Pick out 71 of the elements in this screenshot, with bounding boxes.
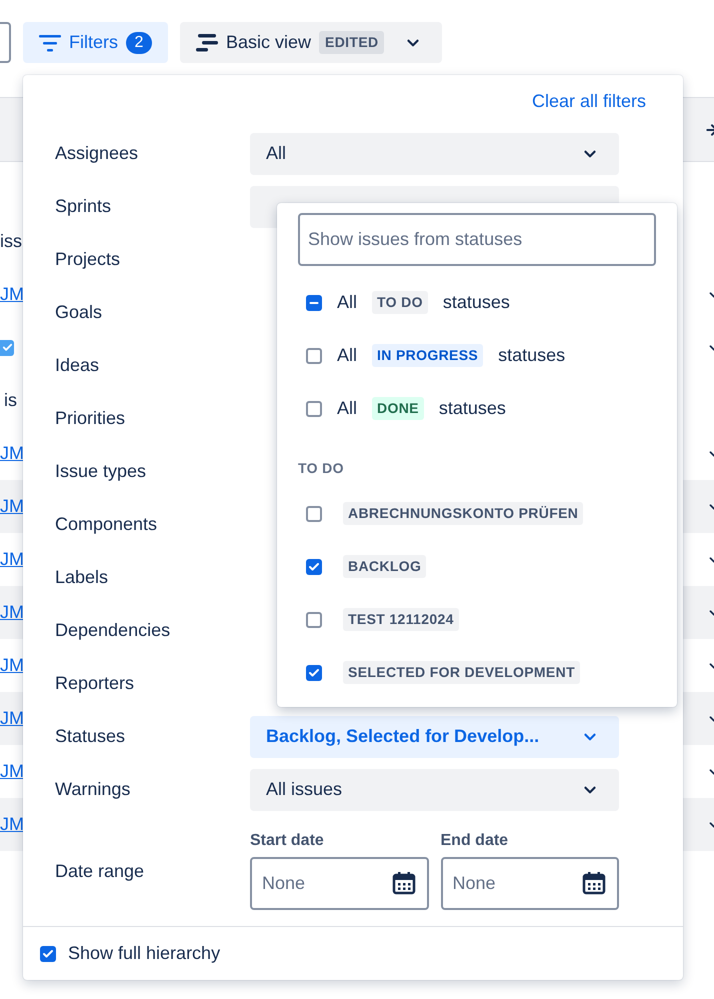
- check-icon: [42, 948, 54, 960]
- option-label: statuses: [438, 397, 506, 420]
- search-field[interactable]: Show issues from statuses: [298, 213, 656, 266]
- issue-link[interactable]: JM: [0, 705, 24, 732]
- group-title: is: [3, 389, 17, 412]
- check-icon: [2, 342, 12, 353]
- count-badge: 2: [126, 32, 152, 54]
- checkbox-label: Show full hierarchy: [68, 942, 220, 965]
- checkbox[interactable]: [306, 348, 322, 364]
- issue-link[interactable]: JM: [0, 652, 24, 679]
- view-button[interactable]: Basic view EDITED: [180, 22, 442, 63]
- filter-select[interactable]: All issues: [250, 768, 619, 810]
- filter-label: Dependencies: [54, 619, 172, 642]
- group-title: iss: [0, 230, 22, 253]
- issue-link[interactable]: JM: [0, 811, 24, 838]
- clear-filters-link[interactable]: Clear all filters: [532, 88, 646, 115]
- date-label: End date: [440, 831, 510, 851]
- checkbox[interactable]: [306, 506, 322, 522]
- issue-link[interactable]: JM: [0, 281, 24, 308]
- filter-select[interactable]: Backlog, Selected for Develop...: [250, 716, 619, 758]
- filters-button[interactable]: Filters 2: [23, 22, 168, 63]
- checkbox[interactable]: [306, 612, 322, 628]
- filter-label: Issue types: [54, 460, 148, 483]
- check-icon: [308, 560, 320, 572]
- checkbox[interactable]: [40, 946, 56, 962]
- option-label: All: [337, 291, 358, 314]
- date-field[interactable]: None: [440, 857, 619, 910]
- filter-select[interactable]: All: [250, 132, 619, 174]
- section-heading: TO DO: [298, 459, 344, 478]
- status-lozenge: BACKLOG: [343, 555, 426, 578]
- view-icon: [196, 32, 218, 52]
- checkbox[interactable]: [306, 664, 322, 680]
- edited-badge: EDITED: [319, 31, 384, 54]
- option-label: All: [337, 344, 358, 367]
- issue-link[interactable]: JM: [0, 599, 24, 626]
- filter-label: Statuses: [54, 725, 126, 748]
- status-lozenge: ABRECHNUNGSKONTO PRÜFEN: [343, 502, 584, 525]
- calendar-icon: [392, 871, 416, 895]
- filter-label: Components: [54, 513, 158, 536]
- option-label: statuses: [442, 291, 510, 314]
- filter-label: Sprints: [54, 195, 112, 218]
- filter-label: Reporters: [54, 672, 136, 695]
- issue-link[interactable]: JM: [0, 493, 24, 520]
- filter-label: Date range: [54, 860, 146, 883]
- checkbox[interactable]: [306, 294, 322, 310]
- status-lozenge: DONE: [372, 397, 424, 420]
- checkbox[interactable]: [306, 400, 322, 416]
- checkbox-icon[interactable]: [0, 340, 14, 356]
- check-icon: [308, 666, 320, 678]
- filter-label: Priorities: [54, 407, 126, 430]
- filter-label: Labels: [54, 566, 110, 589]
- option-label: All: [337, 397, 358, 420]
- date-field[interactable]: None: [250, 857, 428, 910]
- calendar-icon: [582, 871, 606, 895]
- option-label: statuses: [498, 344, 566, 367]
- status-lozenge: TO DO: [372, 291, 428, 314]
- filter-label: Warnings: [54, 778, 132, 801]
- checkbox[interactable]: [306, 558, 322, 574]
- status-lozenge: SELECTED FOR DEVELOPMENT: [343, 661, 580, 684]
- date-label: Start date: [250, 831, 325, 851]
- status-lozenge: IN PROGRESS: [372, 344, 484, 367]
- filter-label: Assignees: [54, 142, 140, 165]
- issue-link[interactable]: JM: [0, 440, 24, 467]
- issue-link[interactable]: JM: [0, 546, 24, 573]
- search-field[interactable]: [0, 22, 11, 63]
- status-lozenge: TEST 12112024: [343, 608, 459, 631]
- issue-link[interactable]: JM: [0, 758, 24, 785]
- filter-label: Ideas: [54, 354, 100, 377]
- filter-label: Goals: [54, 301, 104, 324]
- filter-icon: [39, 34, 61, 52]
- filter-label: Projects: [54, 248, 122, 271]
